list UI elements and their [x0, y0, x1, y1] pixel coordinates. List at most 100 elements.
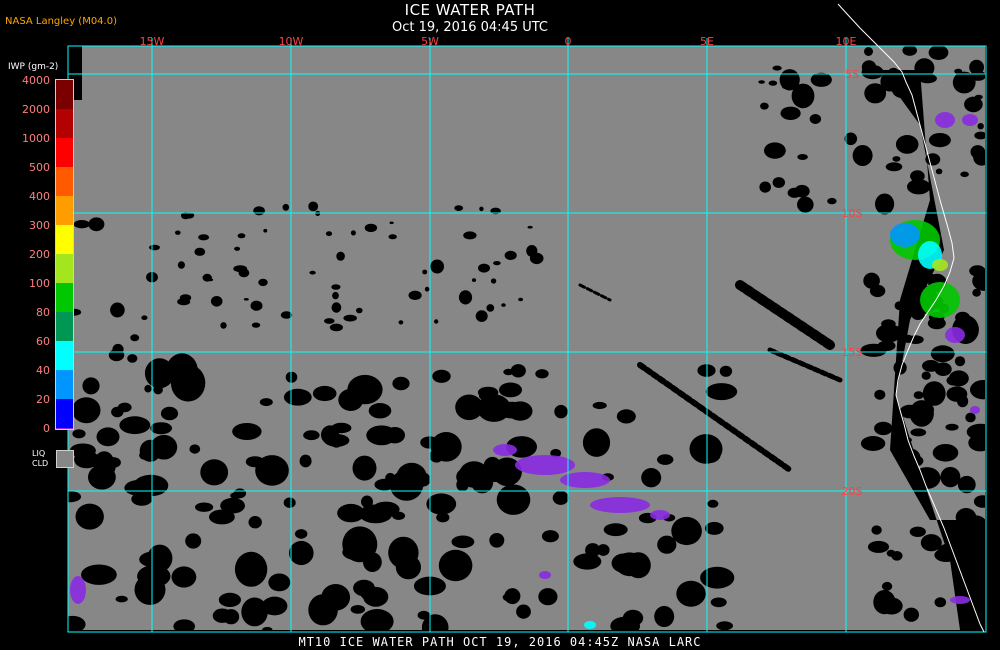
clear-patch — [212, 608, 232, 623]
clear-patch — [977, 385, 987, 391]
clear-patch — [111, 406, 124, 418]
clear-patch — [127, 354, 138, 363]
clear-patch — [374, 478, 395, 491]
clear-patch — [368, 403, 392, 419]
clear-patch — [892, 156, 901, 162]
clear-patch — [705, 383, 738, 401]
legend-tick-label: 0 — [43, 422, 50, 435]
clear-patch — [209, 509, 235, 525]
longitude-label: 5E — [700, 35, 714, 48]
clear-patch — [860, 436, 886, 451]
clear-patch — [902, 45, 917, 56]
clear-patch — [82, 377, 100, 395]
ice-patch — [515, 455, 575, 475]
clear-patch — [324, 318, 335, 324]
clear-patch — [475, 310, 488, 322]
ice-patch — [539, 571, 551, 579]
clear-patch — [130, 334, 140, 342]
legend-tick-label: 500 — [29, 161, 50, 174]
legend-tick-label: 300 — [29, 219, 50, 232]
clear-patch — [147, 544, 173, 572]
clear-patch — [689, 434, 723, 464]
clear-patch — [913, 182, 921, 188]
clear-patch — [185, 533, 202, 549]
clear-patch — [864, 47, 873, 56]
clear-patch — [529, 252, 544, 265]
legend-color-swatch — [56, 312, 73, 341]
clear-patch — [361, 507, 373, 518]
ice-patch — [945, 327, 965, 343]
legend-color-swatch — [56, 167, 73, 196]
clear-patch — [946, 386, 968, 402]
clear-patch — [112, 343, 124, 355]
clear-patch — [237, 233, 246, 239]
clear-patch — [772, 177, 785, 188]
map-datetime: Oct 19, 2016 04:45 UTC — [392, 20, 548, 35]
clear-patch — [874, 421, 893, 436]
clear-patch — [303, 430, 320, 441]
clear-patch — [342, 544, 373, 561]
clear-patch — [175, 372, 191, 384]
clear-patch — [259, 398, 273, 407]
clear-patch — [331, 302, 342, 313]
clear-patch — [218, 592, 241, 608]
clear-patch — [972, 288, 981, 297]
legend-color-swatch — [56, 109, 73, 138]
clear-patch — [922, 381, 946, 406]
clear-patch — [972, 271, 997, 291]
legend-color-swatch — [56, 196, 73, 225]
ice-patch — [932, 259, 948, 271]
clear-patch — [299, 454, 312, 468]
clear-patch — [934, 362, 952, 377]
clear-patch — [930, 345, 955, 363]
ice-patch — [70, 576, 86, 604]
clear-patch — [973, 149, 991, 166]
clear-patch — [477, 394, 511, 422]
clear-patch — [895, 135, 919, 154]
clear-patch — [258, 278, 268, 287]
latitude-label: 5S — [845, 68, 859, 81]
clear-patch — [973, 495, 992, 508]
map-title: ICE WATER PATH — [404, 1, 536, 19]
clear-patch — [343, 314, 358, 322]
clear-patch — [710, 597, 727, 608]
clear-patch — [438, 549, 473, 582]
clear-patch — [177, 298, 191, 306]
clear-patch — [283, 497, 296, 508]
clear-patch — [909, 526, 926, 537]
clear-patch — [791, 83, 815, 109]
clear-patch — [797, 196, 814, 213]
clear-patch — [538, 588, 558, 606]
legend-color-swatch — [56, 225, 73, 254]
footer-caption: MT10 ICE WATER PATH OCT 19, 2016 04:45Z … — [298, 635, 702, 649]
clear-patch — [456, 478, 469, 492]
clear-patch — [432, 369, 451, 383]
legend-color-swatch — [56, 283, 73, 312]
clear-patch — [153, 385, 163, 395]
legend-color-swatch — [56, 80, 73, 109]
clear-patch — [388, 234, 397, 240]
clear-patch — [541, 530, 559, 543]
clear-patch — [493, 261, 501, 266]
clear-patch — [309, 270, 316, 275]
clear-patch — [867, 540, 890, 553]
clear-patch — [861, 60, 877, 75]
legend-color-swatch — [56, 341, 73, 370]
liquid-cloud-swatch — [56, 450, 74, 468]
ice-patch — [920, 282, 960, 318]
clear-patch — [780, 106, 801, 121]
clear-patch — [535, 369, 549, 379]
legend-tick-label: 200 — [29, 248, 50, 261]
clear-patch — [268, 573, 291, 592]
clear-patch — [141, 315, 148, 321]
ice-patch — [962, 114, 978, 126]
clear-patch — [426, 493, 457, 515]
clear-patch — [486, 304, 495, 312]
clear-patch — [230, 492, 243, 499]
clear-patch — [910, 428, 927, 437]
clear-patch — [490, 278, 497, 284]
clear-patch — [364, 223, 378, 233]
clear-patch — [208, 278, 214, 282]
clear-patch — [869, 284, 886, 298]
clear-patch — [360, 588, 383, 601]
